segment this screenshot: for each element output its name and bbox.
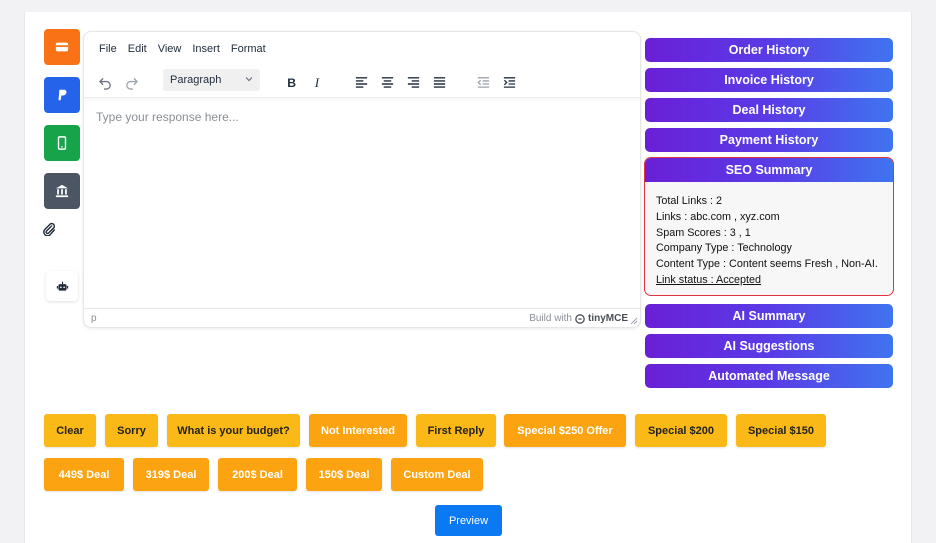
quick-reply-sorry[interactable]: Sorry [105, 414, 158, 447]
svg-text:B: B [287, 76, 296, 90]
automated-message-button[interactable]: Automated Message [645, 364, 893, 388]
redo-button[interactable] [120, 71, 142, 93]
resize-handle-icon[interactable] [630, 317, 638, 325]
quick-reply-150-deal[interactable]: 150$ Deal [306, 458, 382, 491]
invoice-history-button[interactable]: Invoice History [645, 68, 893, 92]
menu-view[interactable]: View [158, 43, 182, 55]
editor-content-placeholder[interactable]: Type your response here... [96, 110, 239, 124]
paypal-icon [58, 89, 67, 101]
ai-suggestions-button[interactable]: AI Suggestions [645, 334, 893, 358]
quick-reply-first-reply[interactable]: First Reply [416, 414, 496, 447]
quick-reply-clear[interactable]: Clear [44, 414, 96, 447]
bank-transfer-button[interactable] [44, 173, 80, 209]
paypal-button[interactable] [44, 77, 80, 113]
bold-button[interactable]: B [280, 71, 302, 93]
align-justify-icon [433, 76, 445, 88]
outdent-button[interactable] [472, 71, 494, 93]
quick-reply-200-deal[interactable]: 200$ Deal [218, 458, 297, 491]
redo-icon [125, 77, 138, 90]
bank-icon [55, 184, 69, 198]
tinymce-branding[interactable]: Build with tinyMCE [529, 313, 628, 324]
payment-history-button[interactable]: Payment History [645, 128, 893, 152]
mobile-icon [57, 136, 67, 150]
brand-name: tinyMCE [588, 313, 628, 324]
spam-scores: Spam Scores : 3 , 1 [656, 226, 751, 239]
robot-icon [56, 281, 68, 291]
svg-text:I: I [313, 75, 319, 90]
quick-reply-449-deal[interactable]: 449$ Deal [44, 458, 124, 491]
ai-summary-button[interactable]: AI Summary [645, 304, 893, 328]
rich-text-editor: File Edit View Insert Format Paragraph B… [83, 31, 641, 328]
align-left-icon [355, 76, 367, 88]
content-type: Content Type : Content seems Fresh , Non… [656, 258, 878, 271]
company-type: Company Type : Technology [656, 242, 792, 255]
total-links: Total Links : 2 [656, 195, 723, 207]
align-center-button[interactable] [376, 71, 398, 93]
quick-reply-not-interested[interactable]: Not Interested [309, 414, 407, 447]
menu-insert[interactable]: Insert [192, 43, 220, 55]
align-left-button[interactable] [350, 71, 372, 93]
italic-icon: I [313, 75, 319, 90]
quick-reply-custom-deal[interactable]: Custom Deal [391, 458, 483, 491]
menu-file[interactable]: File [99, 43, 117, 55]
align-center-icon [381, 76, 393, 88]
quick-reply-budget[interactable]: What is your budget? [167, 414, 300, 447]
align-justify-button[interactable] [428, 71, 450, 93]
indent-button[interactable] [498, 71, 520, 93]
element-path[interactable]: p [91, 313, 97, 324]
undo-icon [98, 77, 111, 90]
order-history-button[interactable]: Order History [645, 38, 893, 62]
menu-format[interactable]: Format [231, 43, 266, 55]
align-right-icon [407, 76, 419, 88]
paperclip-icon[interactable] [42, 222, 56, 236]
link-status[interactable]: Link status : Accepted [656, 273, 893, 289]
links-list: Links : abc.com , xyz.com [656, 210, 780, 223]
undo-button[interactable] [94, 71, 116, 93]
bold-icon: B [287, 76, 296, 90]
ai-bot-button[interactable] [46, 271, 78, 301]
menu-edit[interactable]: Edit [128, 43, 147, 55]
card-payment-button[interactable] [44, 29, 80, 65]
indent-icon [503, 76, 515, 88]
editor-statusbar: p Build with tinyMCE [84, 308, 640, 327]
quick-reply-319-deal[interactable]: 319$ Deal [133, 458, 209, 491]
tinymce-logo-icon [575, 313, 585, 324]
outdent-icon [476, 76, 489, 88]
preview-button[interactable]: Preview [435, 505, 502, 536]
seo-summary-panel: SEO Summary Total Links : 2 Links : abc.… [644, 157, 894, 296]
quick-reply-special-200[interactable]: Special $200 [635, 414, 727, 447]
card-icon [55, 42, 69, 52]
seo-summary-title[interactable]: SEO Summary [645, 158, 893, 182]
brand-prefix: Build with [529, 313, 572, 324]
block-format-value: Paragraph [170, 74, 222, 86]
italic-button[interactable]: I [306, 71, 328, 93]
mobile-payment-button[interactable] [44, 125, 80, 161]
editor-toolbar: Paragraph B I [84, 66, 640, 98]
quick-reply-special-150[interactable]: Special $150 [736, 414, 826, 447]
align-right-button[interactable] [402, 71, 424, 93]
block-format-select[interactable]: Paragraph [163, 69, 260, 91]
quick-reply-special-250[interactable]: Special $250 Offer [504, 414, 626, 447]
chevron-down-icon [245, 77, 253, 82]
seo-summary-body: Total Links : 2 Links : abc.com , xyz.co… [645, 182, 893, 289]
deal-history-button[interactable]: Deal History [645, 98, 893, 122]
editor-menubar: File Edit View Insert Format [84, 32, 640, 66]
